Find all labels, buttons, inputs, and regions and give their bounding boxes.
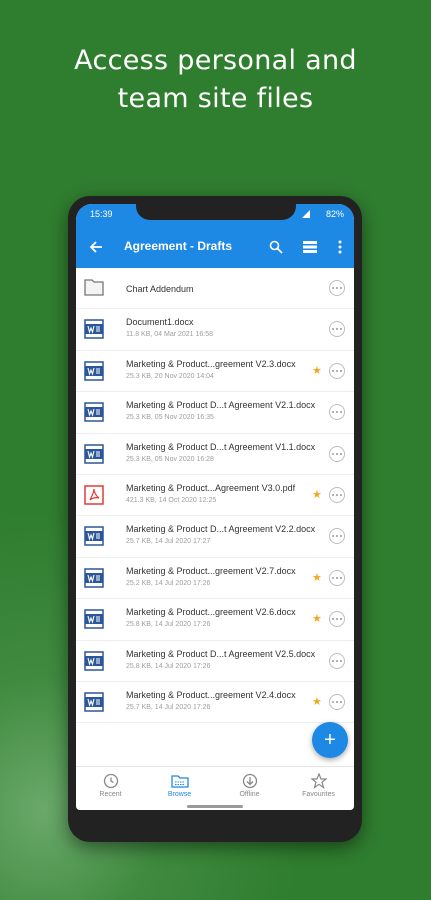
file-meta: 25.7 KB, 14 Jul 2020 17:26 [126, 703, 211, 711]
plus-icon: + [324, 728, 336, 751]
signal-icon [302, 210, 310, 218]
word-file-icon [84, 402, 104, 422]
list-item[interactable]: Marketing & Product D...t Agreement V2.5… [76, 641, 354, 682]
file-meta: 25.3 KB, 20 Nov 2020 14:04 [126, 372, 214, 380]
item-more-button[interactable] [329, 404, 345, 421]
item-more-button[interactable] [329, 445, 345, 462]
list-item[interactable]: Marketing & Product D...t Agreement V2.1… [76, 392, 354, 434]
word-file-icon [84, 650, 104, 671]
star-icon [310, 773, 327, 789]
item-more-button[interactable] [329, 611, 345, 628]
file-name: Marketing & Product...greement V2.3.docx [126, 358, 296, 369]
file-name: Marketing & Product D...t Agreement V2.1… [126, 400, 316, 411]
item-more-button[interactable] [329, 652, 345, 669]
file-name: Marketing & Product...greement V2.6.docx [126, 607, 296, 618]
arrow-left-icon [89, 241, 102, 253]
word-file-icon [84, 692, 104, 712]
list-item[interactable]: Marketing & Product...Agreement V3.0.pdf… [76, 475, 354, 517]
list-item[interactable]: Marketing & Product...greement V2.6.docx… [76, 599, 354, 641]
item-more-button[interactable] [329, 362, 345, 379]
word-file-icon [84, 361, 104, 381]
headline-line-1: Access personal and [74, 45, 357, 76]
more-vertical-icon [338, 240, 342, 254]
nav-favourites-label: Favourites [302, 791, 335, 798]
nav-offline[interactable]: Offline [215, 773, 284, 798]
home-indicator [187, 805, 243, 808]
word-file-icon [84, 567, 104, 588]
phone-screen: 15:39 82% Agreement - Drafts Chart Adden… [76, 204, 354, 810]
word-file-icon [84, 609, 104, 629]
item-more-button[interactable] [329, 528, 345, 545]
headline: Access personal and team site files [0, 42, 431, 118]
file-name: Marketing & Product...Agreement V3.0.pdf [126, 482, 296, 493]
app-bar: Agreement - Drafts [76, 226, 354, 268]
word-file-icon [84, 526, 104, 547]
list-item[interactable]: Marketing & Product...greement V2.7.docx… [76, 558, 354, 600]
favorite-star-icon: ★ [312, 364, 322, 377]
item-more-button[interactable] [329, 280, 345, 296]
bottom-nav: Recent Browse Offline Favourites [76, 766, 354, 810]
nav-browse-label: Browse [167, 791, 192, 798]
clock-icon [103, 773, 118, 789]
nav-offline-label: Offline [239, 791, 260, 798]
word-file-icon [84, 319, 104, 340]
pdf-file-icon [84, 485, 104, 505]
file-list: Chart Addendum Document1.docx 11.8 KB, 04 … [76, 268, 354, 724]
file-meta: 25.7 KB, 14 Jul 2020 17:27 [126, 538, 211, 546]
list-item[interactable]: Marketing & Product D...t Agreement V1.1… [76, 434, 354, 475]
phone-frame: 15:39 82% Agreement - Drafts Chart Adden… [68, 196, 362, 842]
file-meta: 421.3 KB, 14 Oct 2020 12:25 [126, 496, 217, 504]
file-meta: 25.8 KB, 14 Jul 2020 17:26 [126, 621, 211, 629]
nav-browse[interactable]: Browse [145, 773, 214, 798]
list-item[interactable]: Chart Addendum [76, 268, 354, 310]
nav-recent[interactable]: Recent [76, 773, 145, 798]
favorite-star-icon: ★ [312, 613, 322, 626]
file-meta: 25.3 KB, 05 Nov 2020 16:28 [126, 455, 214, 463]
overflow-menu-button[interactable] [328, 235, 352, 259]
file-name: Marketing & Product D...t Agreement V2.2… [126, 524, 316, 535]
favorite-star-icon: ★ [312, 571, 322, 584]
status-time: 15:39 [90, 209, 113, 219]
nav-recent-label: Recent [99, 791, 122, 798]
camera-notch [136, 204, 296, 220]
battery-level: 82% [325, 209, 344, 219]
list-item[interactable]: Marketing & Product...greement V2.3.docx… [76, 351, 354, 393]
file-name: Marketing & Product...greement V2.4.docx [126, 689, 296, 700]
list-item[interactable]: Marketing & Product D...t Agreement V2.2… [76, 516, 354, 558]
download-icon [242, 773, 257, 789]
page-title: Agreement - Drafts [124, 239, 233, 253]
file-meta: 25.2 KB, 14 Jul 2020 17:26 [126, 579, 211, 587]
favorite-star-icon: ★ [312, 695, 322, 708]
list-item[interactable]: Document1.docx 11.8 KB, 04 Mar 2021 16:58 [76, 309, 354, 351]
file-name: Chart Addendum [126, 284, 194, 294]
favorite-star-icon: ★ [312, 488, 322, 501]
file-meta: 25.3 KB, 05 Nov 2020 16:35 [126, 414, 214, 422]
file-name: Marketing & Product D...t Agreement V2.5… [126, 648, 316, 659]
file-meta: 25.8 KB, 14 Jul 2020 17:26 [126, 662, 211, 670]
folder-icon [170, 775, 189, 788]
file-name: Document1.docx [126, 317, 194, 328]
back-button[interactable] [84, 235, 108, 259]
add-fab-button[interactable]: + [312, 722, 348, 758]
grid-view-icon [303, 241, 317, 253]
list-item[interactable]: Marketing & Product...greement V2.4.docx… [76, 682, 354, 724]
search-button[interactable] [264, 235, 288, 259]
nav-favourites[interactable]: Favourites [284, 773, 353, 798]
item-more-button[interactable] [329, 693, 345, 710]
folder-icon [84, 278, 104, 298]
item-more-button[interactable] [329, 486, 345, 503]
file-meta: 11.8 KB, 04 Mar 2021 16:58 [126, 331, 214, 339]
headline-line-2: team site files [117, 83, 314, 114]
item-more-button[interactable] [329, 569, 345, 586]
file-name: Marketing & Product D...t Agreement V1.1… [126, 441, 316, 452]
file-name: Marketing & Product...greement V2.7.docx [126, 565, 296, 576]
search-icon [269, 240, 283, 254]
view-toggle-button[interactable] [298, 235, 322, 259]
item-more-button[interactable] [329, 321, 345, 338]
word-file-icon [84, 443, 104, 464]
